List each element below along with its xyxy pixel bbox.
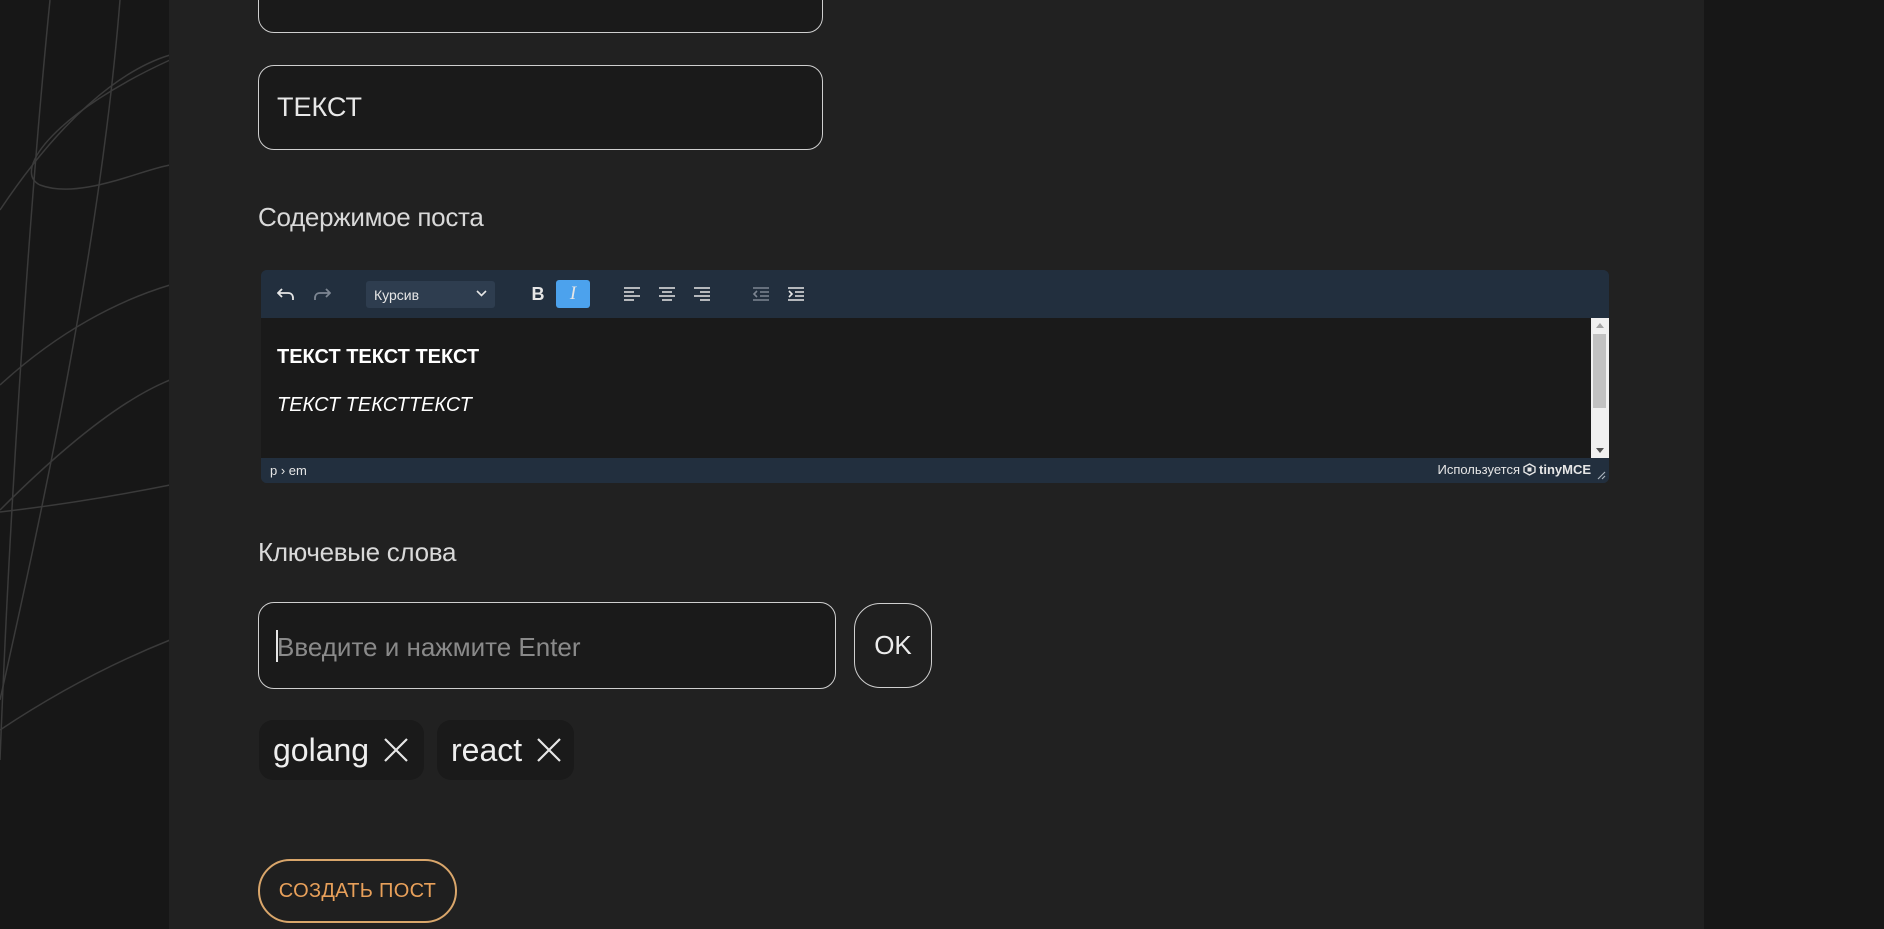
resize-handle-icon[interactable] [1597, 471, 1606, 480]
scroll-up-arrow-icon[interactable] [1596, 323, 1604, 328]
title-value: ТЕКСТ [277, 92, 363, 122]
content-line-italic: ТЕКСТ ТЕКСТТЕКСТ [277, 394, 472, 416]
keyword-input[interactable]: Введите и нажмите Enter [258, 602, 836, 689]
keyword-tag: golang [259, 720, 424, 780]
editor-toolbar: Курсив B I [261, 270, 1609, 317]
undo-icon[interactable] [269, 280, 303, 308]
powered-by-label: Используется [1437, 462, 1520, 477]
chevron-down-icon [476, 290, 487, 297]
editor-scrollbar[interactable] [1591, 318, 1609, 458]
keywords-label: Ключевые слова [258, 537, 457, 567]
content-label: Содержимое поста [258, 202, 484, 232]
block-format-select[interactable]: Курсив [366, 281, 495, 308]
italic-button[interactable]: I [556, 280, 590, 308]
create-post-button[interactable]: СОЗДАТЬ ПОСТ [258, 859, 457, 923]
scroll-thumb[interactable] [1593, 334, 1606, 408]
tinymce-logo-icon [1523, 463, 1536, 476]
rich-text-editor: Курсив B I ТЕКСТ ТЕКСТ ТЕКСТ ТЕКСТ ТЕКСТ… [261, 270, 1609, 483]
title-field[interactable]: ТЕКСТ [258, 65, 823, 150]
keyword-tag: react [437, 720, 574, 780]
keyword-tag-label: react [451, 731, 523, 768]
editor-statusbar: p › em Используется tinyMCE [261, 458, 1609, 483]
bold-button[interactable]: B [521, 280, 555, 308]
content-line-bold: ТЕКСТ ТЕКСТ ТЕКСТ [277, 346, 480, 368]
powered-by[interactable]: Используется tinyMCE [1437, 462, 1591, 477]
align-left-icon[interactable] [615, 280, 649, 308]
indent-icon[interactable] [779, 280, 813, 308]
keyword-placeholder: Введите и нажмите Enter [277, 632, 581, 662]
keyword-tag-label: golang [273, 731, 370, 768]
align-center-icon[interactable] [650, 280, 684, 308]
element-path[interactable]: p › em [270, 463, 307, 478]
block-format-value: Курсив [374, 287, 420, 303]
tinymce-brand: tinyMCE [1539, 462, 1591, 477]
remove-tag-icon[interactable] [536, 737, 562, 763]
align-right-icon[interactable] [685, 280, 719, 308]
remove-tag-icon[interactable] [383, 737, 409, 763]
redo-icon[interactable] [305, 280, 339, 308]
add-keyword-button[interactable]: OK [854, 603, 932, 688]
editor-content-area[interactable]: ТЕКСТ ТЕКСТ ТЕКСТ ТЕКСТ ТЕКСТТЕКСТ [261, 318, 1591, 458]
subtitle-field[interactable] [258, 0, 823, 33]
scroll-down-arrow-icon[interactable] [1596, 448, 1604, 453]
outdent-icon[interactable] [744, 280, 778, 308]
